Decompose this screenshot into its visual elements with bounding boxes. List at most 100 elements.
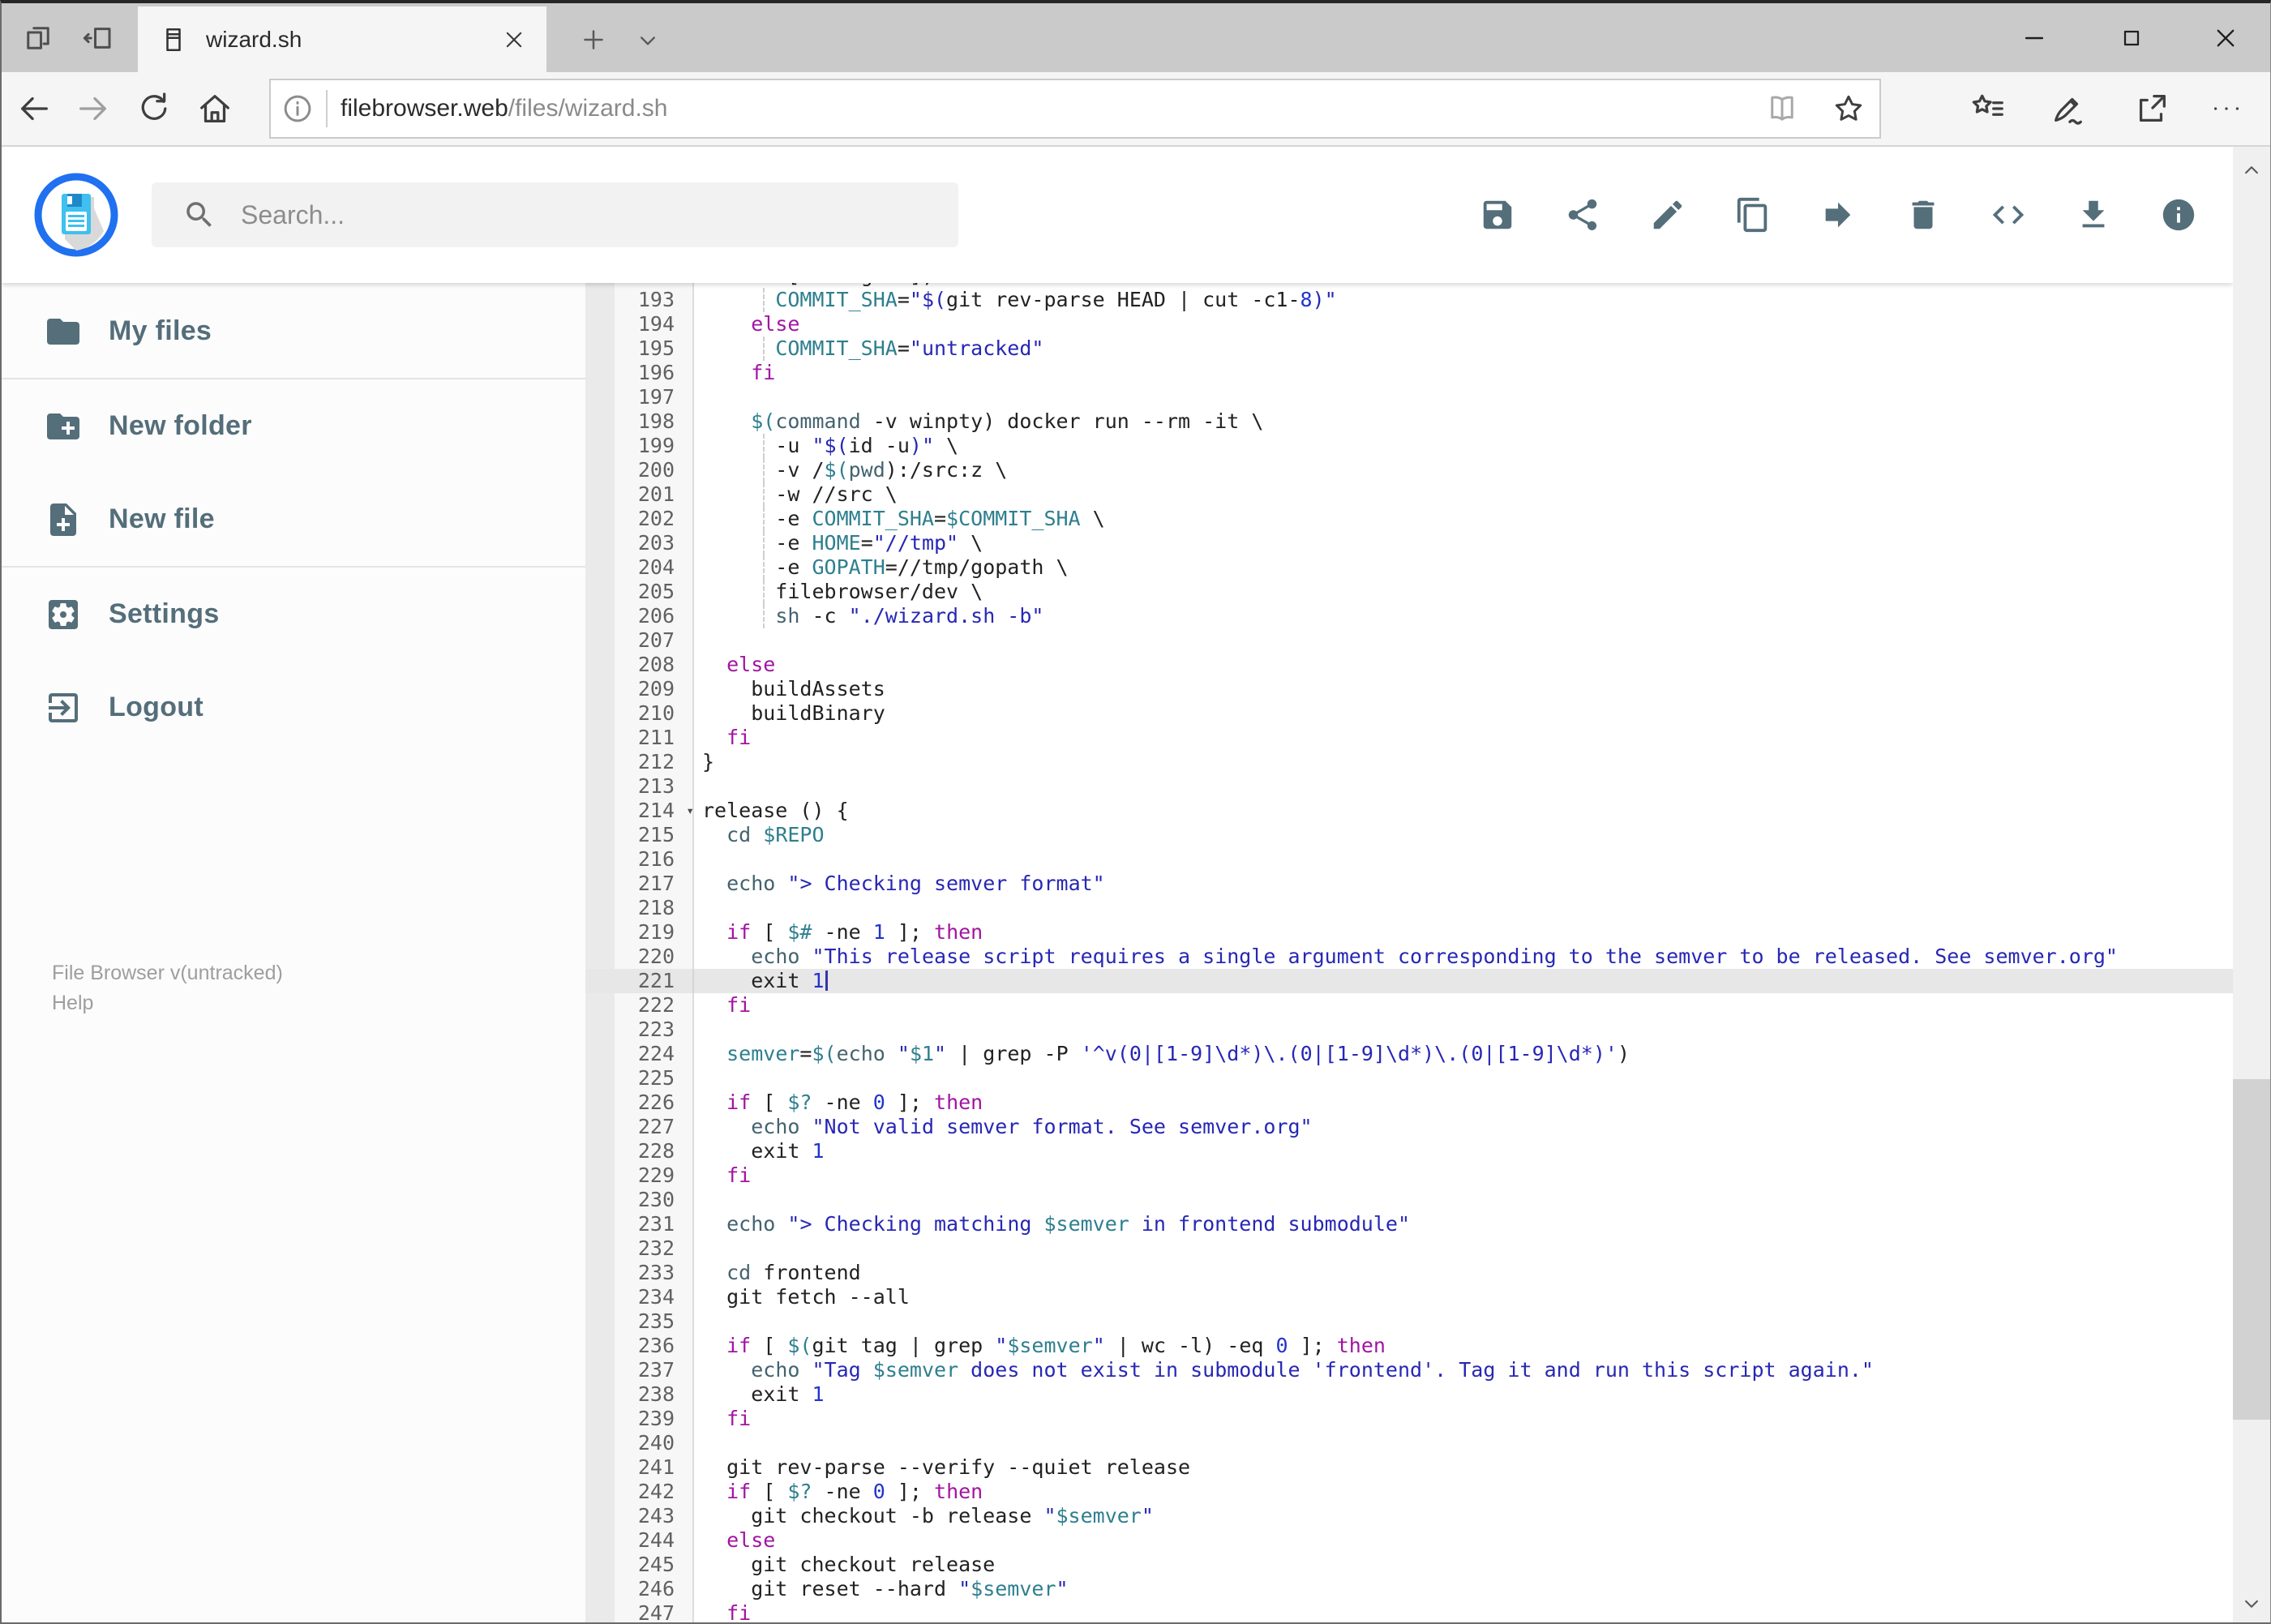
set-tabs-aside-button[interactable]: [78, 18, 118, 58]
code-text[interactable]: exit 1: [694, 1139, 2233, 1163]
sidebar-item-settings[interactable]: Settings: [2, 568, 585, 661]
code-text[interactable]: -e COMMIT_SHA=$COMMIT_SHA \: [694, 507, 2233, 531]
code-line-233[interactable]: 233 cd frontend: [585, 1261, 2233, 1285]
code-line-229[interactable]: 229 fi: [585, 1163, 2233, 1188]
back-button[interactable]: [9, 84, 59, 134]
code-line-219[interactable]: 219 if [ $# -ne 1 ]; then: [585, 920, 2233, 945]
code-line-224[interactable]: 224 semver=$(echo "$1" | grep -P '^v(0|[…: [585, 1042, 2233, 1066]
more-options-button[interactable]: [2201, 84, 2252, 134]
code-text[interactable]: cd frontend: [694, 1261, 2233, 1285]
fold-arrow-icon[interactable]: ▾: [686, 799, 694, 823]
code-text[interactable]: release () {: [694, 799, 2233, 823]
code-line-242[interactable]: 242 if [ $? -ne 0 ]; then: [585, 1480, 2233, 1504]
hub-button[interactable]: [1963, 84, 2013, 134]
code-button[interactable]: [1980, 186, 2037, 243]
code-line-197[interactable]: 197: [585, 385, 2233, 409]
code-line-238[interactable]: 238 exit 1: [585, 1382, 2233, 1407]
reading-view-icon[interactable]: [1759, 86, 1805, 131]
code-line-215[interactable]: 215 cd $REPO: [585, 823, 2233, 847]
scrollbar-thumb[interactable]: [2233, 1079, 2270, 1420]
delete-button[interactable]: [1895, 186, 1952, 243]
edit-button[interactable]: [1639, 186, 1696, 243]
code-line-200[interactable]: 200 -v /$(pwd):/src:z \: [585, 458, 2233, 482]
code-line-246[interactable]: 246 git reset --hard "$semver": [585, 1577, 2233, 1601]
code-line-209[interactable]: 209 buildAssets: [585, 677, 2233, 701]
code-line-227[interactable]: 227 echo "Not valid semver format. See s…: [585, 1115, 2233, 1139]
code-line-214[interactable]: 214 ▾ release () {: [585, 799, 2233, 823]
code-text[interactable]: COMMIT_SHA="$(git rev-parse HEAD | cut -…: [694, 288, 2233, 312]
filebrowser-logo[interactable]: [34, 173, 118, 257]
sidebar-item-new-file[interactable]: New file: [2, 473, 585, 566]
code-text[interactable]: echo "This release script requires a sin…: [694, 945, 2233, 969]
code-text[interactable]: echo "Not valid semver format. See semve…: [694, 1115, 2233, 1139]
code-text[interactable]: buildBinary: [694, 701, 2233, 726]
window-close-button[interactable]: [2187, 3, 2264, 72]
sidebar-item-new-folder[interactable]: New folder: [2, 379, 585, 473]
address-bar[interactable]: filebrowser.web/files/wizard.sh: [269, 79, 1881, 139]
code-text[interactable]: if [ $? -ne 0 ]; then: [694, 1091, 2233, 1115]
code-text[interactable]: [694, 628, 2233, 653]
code-line-245[interactable]: 245 git checkout release: [585, 1553, 2233, 1577]
code-text[interactable]: [694, 896, 2233, 920]
refresh-button[interactable]: [129, 84, 179, 134]
code-text[interactable]: else: [694, 1528, 2233, 1553]
code-line-220[interactable]: 220 echo "This release script requires a…: [585, 945, 2233, 969]
share-button[interactable]: [1554, 186, 1611, 243]
code-text[interactable]: -w //src \: [694, 482, 2233, 507]
code-line-236[interactable]: 236 if [ $(git tag | grep "$semver" | wc…: [585, 1334, 2233, 1358]
code-line-232[interactable]: 232: [585, 1236, 2233, 1261]
code-line-225[interactable]: 225: [585, 1066, 2233, 1091]
code-text[interactable]: echo "Tag $semver does not exist in subm…: [694, 1358, 2233, 1382]
tab-preview-button[interactable]: [18, 18, 58, 58]
code-text[interactable]: -e HOME="//tmp" \: [694, 531, 2233, 555]
code-line-201[interactable]: 201 -w //src \: [585, 482, 2233, 507]
code-text[interactable]: [694, 1431, 2233, 1455]
code-line-235[interactable]: 235: [585, 1309, 2233, 1334]
url-text[interactable]: filebrowser.web/files/wizard.sh: [341, 95, 1759, 122]
code-text[interactable]: if [ $? -ne 0 ]; then: [694, 1480, 2233, 1504]
code-text[interactable]: filebrowser/dev \: [694, 580, 2233, 604]
code-line-231[interactable]: 231 echo "> Checking matching $semver in…: [585, 1212, 2233, 1236]
minimize-button[interactable]: [1996, 3, 2072, 72]
code-line-218[interactable]: 218: [585, 896, 2233, 920]
code-line-222[interactable]: 222 fi: [585, 993, 2233, 1018]
code-text[interactable]: fi: [694, 1407, 2233, 1431]
save-button[interactable]: [1469, 186, 1526, 243]
sidebar-item-logout[interactable]: Logout: [2, 661, 585, 754]
code-text[interactable]: git reset --hard "$semver": [694, 1577, 2233, 1601]
code-text[interactable]: git checkout release: [694, 1553, 2233, 1577]
new-tab-button[interactable]: [573, 19, 614, 60]
code-text[interactable]: echo "> Checking matching $semver in fro…: [694, 1212, 2233, 1236]
code-text[interactable]: buildAssets: [694, 677, 2233, 701]
scroll-down-icon[interactable]: [2233, 1585, 2270, 1622]
info-button[interactable]: [2150, 186, 2207, 243]
scroll-up-icon[interactable]: [2233, 152, 2270, 189]
code-line-203[interactable]: 203 -e HOME="//tmp" \: [585, 531, 2233, 555]
code-line-221[interactable]: 221 exit 1: [585, 969, 2233, 993]
code-text[interactable]: else: [694, 312, 2233, 336]
code-line-223[interactable]: 223: [585, 1018, 2233, 1042]
browser-tab[interactable]: wizard.sh: [138, 6, 546, 72]
code-text[interactable]: if [ $(git tag | grep "$semver" | wc -l)…: [694, 1334, 2233, 1358]
code-text[interactable]: exit 1: [694, 1382, 2233, 1407]
code-line-199[interactable]: 199 -u "$(id -u)" \: [585, 434, 2233, 458]
code-line-198[interactable]: 198 $(command -v winpty) docker run --rm…: [585, 409, 2233, 434]
move-button[interactable]: [1810, 186, 1866, 243]
code-text[interactable]: fi: [694, 993, 2233, 1018]
code-text[interactable]: if [ $# -ne 1 ]; then: [694, 920, 2233, 945]
code-text[interactable]: else: [694, 653, 2233, 677]
code-text[interactable]: cd $REPO: [694, 823, 2233, 847]
code-line-204[interactable]: 204 -e GOPATH=//tmp/gopath \: [585, 555, 2233, 580]
share-button[interactable]: [2127, 84, 2177, 134]
code-text[interactable]: [694, 1236, 2233, 1261]
maximize-button[interactable]: [2093, 3, 2170, 72]
code-editor[interactable]: 192 if [ -d .git ]; then193 COMMIT_SHA="…: [585, 283, 2233, 1622]
code-text[interactable]: fi: [694, 1163, 2233, 1188]
code-text[interactable]: }: [694, 750, 2233, 774]
code-text[interactable]: echo "> Checking semver format": [694, 872, 2233, 896]
code-line-241[interactable]: 241 git rev-parse --verify --quiet relea…: [585, 1455, 2233, 1480]
code-text[interactable]: COMMIT_SHA="untracked": [694, 336, 2233, 361]
copy-button[interactable]: [1725, 186, 1781, 243]
site-info-icon[interactable]: [281, 92, 315, 126]
search-box[interactable]: [152, 182, 958, 247]
